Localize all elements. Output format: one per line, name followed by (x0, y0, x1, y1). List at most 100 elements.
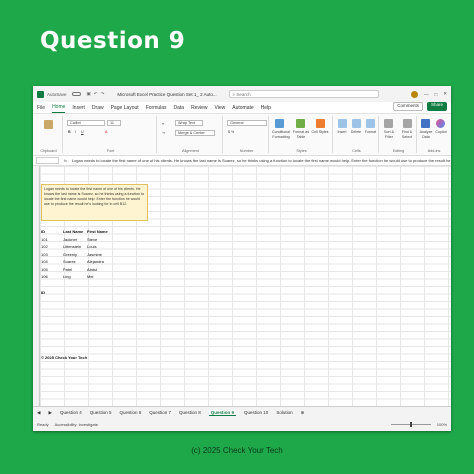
autosave-label: AutoSave (47, 91, 67, 97)
cells-group: Insert Delete Format Cells (335, 116, 379, 153)
accessibility-status[interactable]: Accessibility: Investigate (55, 422, 98, 427)
tab-question-6[interactable]: Question 6 (119, 410, 141, 415)
delete-cells-label[interactable]: Delete (350, 130, 362, 135)
italic-icon[interactable]: I (75, 130, 76, 135)
add-sheet-icon[interactable]: ⊕ (301, 410, 305, 416)
formula-input[interactable]: Logan needs to locate the first name of … (72, 158, 451, 163)
menu-data[interactable]: Data (174, 105, 185, 113)
menu-review[interactable]: Review (191, 105, 207, 113)
document-name[interactable]: Microsoft Excel Practice Question Set 1_… (117, 92, 216, 97)
search-placeholder: Search (236, 91, 251, 97)
conditional-formatting-icon[interactable] (275, 119, 284, 128)
wrap-text-button[interactable]: Wrap Text (175, 120, 203, 126)
paste-icon[interactable] (44, 120, 53, 129)
maximize-icon[interactable]: □ (435, 92, 438, 97)
merge-center-button[interactable]: Merge & Center (175, 130, 215, 136)
editing-label: Editing (392, 149, 405, 153)
font-name-select[interactable]: Calibri (67, 120, 105, 126)
indent-icon[interactable]: ⇥ (162, 131, 165, 136)
add-ins-label: Add-ins (427, 149, 441, 153)
menu-home[interactable]: Home (52, 104, 66, 113)
table-cell: Littenstein (63, 244, 82, 249)
menu-file[interactable]: File (37, 105, 45, 113)
header-last-name: Last Name (63, 229, 84, 234)
clipboard-group: Clipboard (35, 116, 63, 153)
tab-question-9[interactable]: Question 9 (208, 409, 237, 416)
tab-solution[interactable]: Solution (276, 410, 292, 415)
name-box[interactable] (36, 157, 59, 164)
avatar[interactable] (411, 90, 418, 98)
number-label: Number (239, 149, 254, 153)
menu-automate[interactable]: Automate (232, 105, 253, 113)
prev-sheet-icon[interactable]: ◀ (37, 410, 40, 416)
tab-question-7[interactable]: Question 7 (149, 410, 171, 415)
currency-icon[interactable]: $ % (228, 130, 234, 135)
font-color-icon[interactable]: A (105, 130, 107, 135)
menu-help[interactable]: Help (261, 105, 271, 113)
ribbon: Clipboard Calibri 11 B I U A Font Wrap T… (33, 114, 451, 156)
table-cell: 101 (41, 236, 48, 242)
sort-filter-label[interactable]: Sort & Filter (381, 130, 397, 139)
cell-styles-label[interactable]: Cell Styles (311, 130, 329, 135)
table-cell: Jasmine (87, 251, 102, 257)
delete-cells-icon[interactable] (352, 119, 361, 128)
insert-cells-icon[interactable] (338, 119, 347, 128)
table-cell: Mei (87, 274, 94, 279)
title-bar: AutoSave ▣ ↶ ↷ Microsoft Excel Practice … (33, 86, 451, 102)
copilot-label[interactable]: Copilot (434, 130, 448, 135)
table-cell: Abdul (87, 266, 98, 272)
find-select-icon[interactable] (403, 119, 412, 128)
redo-icon[interactable]: ↷ (101, 91, 105, 97)
font-size-select[interactable]: 11 (107, 120, 121, 126)
number-format-select[interactable]: General (227, 120, 267, 126)
analyze-data-label[interactable]: Analyze Data (419, 130, 433, 139)
bold-icon[interactable]: B (68, 130, 71, 135)
autosave-toggle[interactable] (71, 92, 81, 96)
menu-draw[interactable]: Draw (92, 105, 104, 113)
format-table-icon[interactable] (296, 119, 305, 128)
insert-cells-label[interactable]: Insert (336, 130, 348, 135)
menu-insert[interactable]: Insert (72, 105, 85, 113)
cell-styles-icon[interactable] (316, 119, 325, 128)
tab-question-8[interactable]: Question 8 (179, 410, 201, 415)
format-cells-icon[interactable] (366, 119, 375, 128)
row-headers (33, 166, 40, 406)
format-table-label[interactable]: Format as Table (292, 130, 310, 139)
header-id: ID (41, 229, 45, 234)
menu-formulas[interactable]: Formulas (146, 105, 167, 113)
format-cells-label[interactable]: Format (364, 130, 377, 135)
table-cell: 102 (41, 244, 48, 249)
tab-question-5[interactable]: Question 5 (90, 410, 112, 415)
table-cell: Alejandra (87, 259, 104, 264)
footer-text: (c) 2025 Check Your Tech (191, 446, 283, 455)
comments-button[interactable]: Comments (393, 102, 423, 111)
close-icon[interactable]: ✕ (443, 91, 447, 97)
menu-view[interactable]: View (215, 105, 226, 113)
zoom-level[interactable]: 100% (437, 422, 447, 427)
styles-group: Conditional Formatting Format as Table C… (271, 116, 333, 153)
copilot-icon[interactable] (436, 119, 445, 128)
underline-icon[interactable]: U (81, 130, 84, 135)
tab-question-4[interactable]: Question 4 (60, 410, 82, 415)
formula-bar: fx Logan needs to locate the first name … (33, 156, 451, 166)
tab-question-10[interactable]: Question 10 (244, 410, 268, 415)
align-left-icon[interactable]: ≡ (162, 122, 164, 127)
sort-filter-icon[interactable] (384, 119, 393, 128)
share-button[interactable]: Share (426, 102, 447, 111)
find-select-label[interactable]: Find & Select (399, 130, 415, 139)
conditional-formatting-label[interactable]: Conditional Formatting (271, 130, 291, 139)
menu-page-layout[interactable]: Page Layout (111, 105, 139, 113)
next-sheet-icon[interactable]: ▶ (48, 410, 51, 416)
undo-icon[interactable]: ↶ (94, 91, 98, 97)
zoom-slider[interactable] (390, 422, 431, 427)
zoom-knob[interactable] (409, 422, 412, 427)
clipboard-label: Clipboard (40, 149, 57, 153)
id-label-cell: ID (41, 290, 45, 295)
save-icon[interactable]: ▣ (87, 91, 91, 97)
search-box[interactable]: ⌕ Search (228, 90, 379, 98)
fx-icon[interactable]: fx (64, 158, 67, 163)
font-group: Calibri 11 B I U A Font (65, 116, 157, 153)
minimize-icon[interactable]: — (424, 92, 429, 97)
analyze-data-icon[interactable] (421, 119, 430, 128)
menu-bar: File Home Insert Draw Page Layout Formul… (33, 102, 451, 114)
